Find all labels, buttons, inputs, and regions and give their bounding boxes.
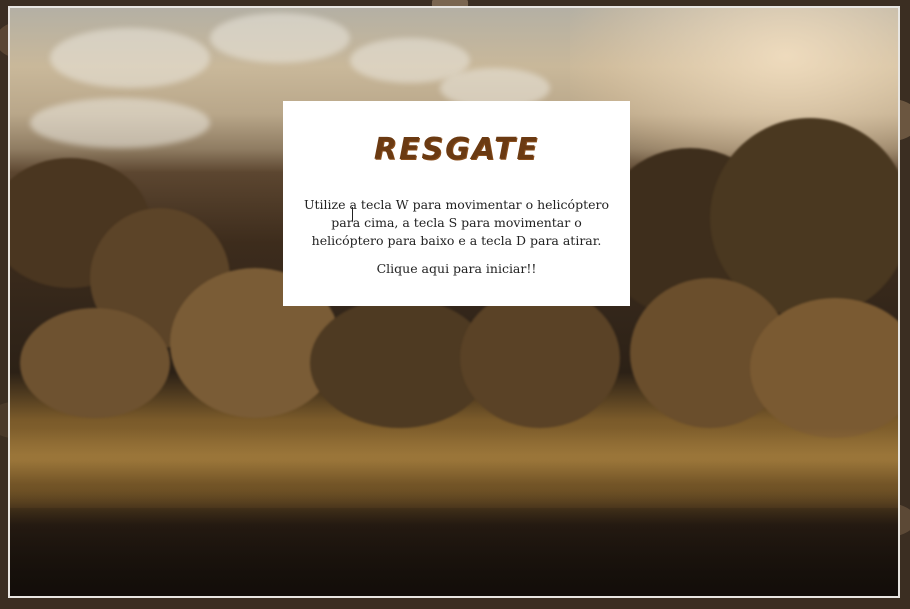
cloud: [210, 13, 350, 63]
ground-shadow: [10, 508, 898, 596]
text-cursor-icon: [352, 207, 353, 221]
meadow: [10, 428, 898, 508]
tree: [20, 308, 170, 418]
game-title: RESGATE: [373, 132, 540, 167]
instructions-text: Utilize a tecla W para movimentar o heli…: [303, 197, 609, 248]
start-panel: RESGATE Utilize a tecla W para movimenta…: [283, 101, 630, 306]
page-background: RESGATE Utilize a tecla W para movimenta…: [0, 0, 910, 609]
cloud: [30, 98, 210, 148]
start-game-link[interactable]: Clique aqui para iniciar!!: [377, 260, 537, 278]
tree: [460, 288, 620, 428]
tree: [750, 298, 898, 438]
cloud: [50, 28, 210, 88]
